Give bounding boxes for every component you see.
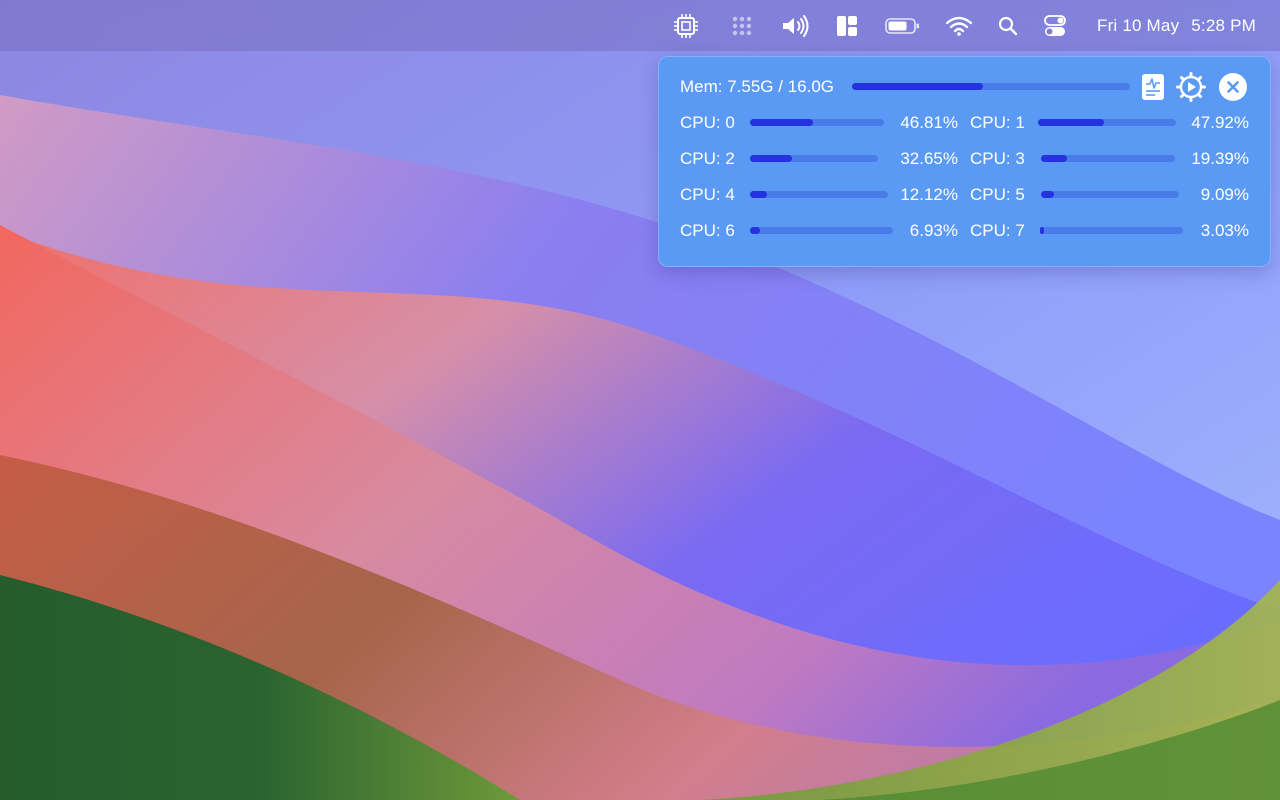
cpu-4-value: 12.12% [900,185,958,204]
speaker-volume-icon[interactable] [778,0,812,51]
cpu-4-bar-fill [750,191,767,198]
memory-usage-fill [852,83,984,90]
cpu-2-value: 32.65% [900,149,958,168]
cpu-1-bar [1038,119,1176,126]
battery-icon[interactable] [884,0,922,51]
cpu-1-bar-fill [1038,119,1105,126]
close-icon [1219,73,1247,101]
cpu-7-value: 3.03% [1200,221,1249,240]
wifi-icon[interactable] [944,0,974,51]
cpu-1-label: CPU: 1 [970,113,1025,132]
menu-bar-clock[interactable]: Fri 10 May 5:28 PM [1097,0,1256,51]
cpu-0-value: 46.81% [900,113,958,132]
cpu-6-bar-fill [750,227,760,234]
cpu-5-label: CPU: 5 [970,185,1025,204]
system-monitor-panel: Mem: 7.55G / 16.0G CPU: 0 46.81% CPU: 2 … [658,56,1271,267]
cpu-7-bar-fill [1040,227,1045,234]
settings-gear-icon [1176,72,1206,102]
cpu-6-label: CPU: 6 [680,221,735,240]
settings-button[interactable] [1176,72,1206,102]
cpu-7-bar [1040,227,1183,234]
layout-grid-icon[interactable] [834,0,860,51]
cpu-2-bar-fill [750,155,792,162]
menu-bar-date: Fri 10 May [1096,15,1180,35]
cpu-2-bar [750,155,878,162]
cpu-0-bar [750,119,884,126]
control-center-icon[interactable] [1042,0,1068,51]
activity-monitor-button[interactable] [1138,72,1168,102]
cpu-2-label: CPU: 2 [680,149,735,168]
cpu-3-value: 19.39% [1191,149,1249,168]
menu-bar: Fri 10 May 5:28 PM [0,0,1280,51]
memory-label: Mem: 7.55G / 16.0G [680,77,835,96]
dots-grid-icon[interactable] [728,0,756,51]
cpu-4-bar [750,191,888,198]
cpu-3-bar-fill [1041,155,1067,162]
cpu-chip-icon[interactable] [670,0,702,51]
cpu-4-label: CPU: 4 [680,185,735,204]
cpu-5-bar [1041,191,1179,198]
menu-bar-time: 5:28 PM [1191,15,1256,35]
cpu-0-label: CPU: 0 [680,113,735,132]
cpu-7-label: CPU: 7 [970,221,1025,240]
close-button[interactable] [1218,72,1248,102]
cpu-6-bar [750,227,893,234]
cpu-3-label: CPU: 3 [970,149,1025,168]
cpu-6-value: 6.93% [909,221,958,240]
memory-usage-bar [852,83,1130,90]
cpu-5-bar-fill [1041,191,1054,198]
cpu-5-value: 9.09% [1200,185,1249,204]
cpu-1-value: 47.92% [1191,113,1249,132]
search-icon[interactable] [996,0,1020,51]
activity-monitor-icon [1142,74,1164,100]
cpu-3-bar [1041,155,1175,162]
cpu-0-bar-fill [750,119,813,126]
